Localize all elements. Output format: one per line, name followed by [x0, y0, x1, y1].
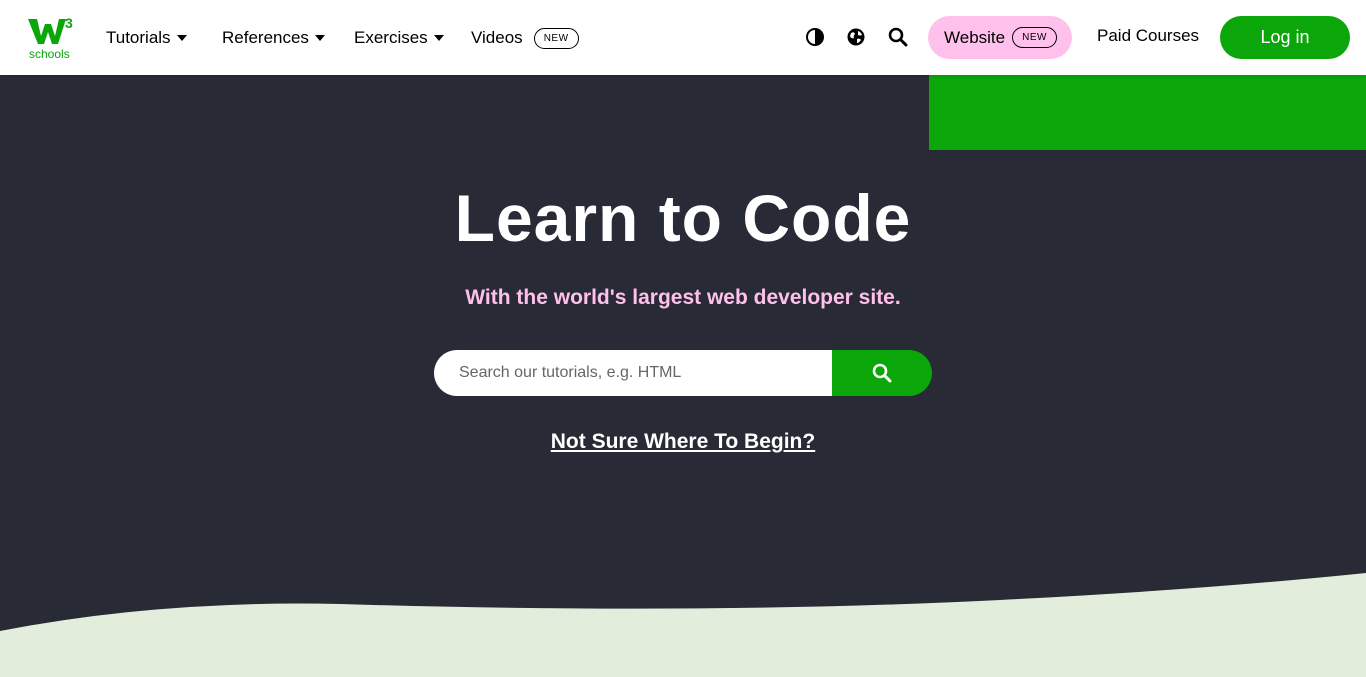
top-navigation-bar: 3 schools Tutorials References Exercises… — [0, 0, 1366, 75]
nav-search-button[interactable] — [888, 26, 910, 48]
w3schools-logo-icon: 3 schools — [28, 15, 73, 61]
nav-references-label: References — [222, 28, 309, 47]
nav-exercises[interactable]: Exercises — [354, 26, 444, 50]
website-button[interactable]: Website NEW — [928, 16, 1072, 59]
decorative-wave — [0, 573, 1366, 677]
contrast-toggle-button[interactable] — [805, 26, 827, 48]
nav-videos-label: Videos — [471, 28, 523, 47]
hero-search — [434, 350, 932, 396]
tutorial-search-button[interactable] — [832, 350, 932, 396]
nav-videos[interactable]: Videos NEW — [471, 26, 579, 50]
caret-down-icon — [314, 35, 325, 41]
caret-down-icon — [433, 35, 444, 41]
hero-title: Learn to Code — [454, 181, 912, 255]
nav-tutorials[interactable]: Tutorials — [106, 26, 187, 50]
svg-text:3: 3 — [65, 15, 73, 31]
w3schools-logo[interactable]: 3 schools — [27, 14, 75, 62]
green-banner — [929, 75, 1366, 150]
hero-subtitle: With the world's largest web developer s… — [465, 286, 901, 309]
hero-begin-container: Not Sure Where To Begin? — [0, 430, 1366, 454]
language-button[interactable] — [846, 26, 868, 48]
contrast-icon — [806, 28, 824, 46]
search-icon — [872, 363, 892, 383]
search-icon — [888, 27, 908, 47]
new-badge: NEW — [1012, 27, 1057, 48]
not-sure-where-to-begin-link[interactable]: Not Sure Where To Begin? — [551, 430, 815, 453]
paid-courses-link[interactable]: Paid Courses — [1097, 26, 1199, 46]
globe-icon — [847, 28, 865, 46]
caret-down-icon — [176, 35, 187, 41]
tutorial-search-input[interactable] — [434, 350, 832, 396]
svg-text:schools: schools — [29, 47, 70, 61]
website-label: Website — [944, 27, 1006, 47]
login-button[interactable]: Log in — [1220, 16, 1350, 59]
nav-exercises-label: Exercises — [354, 28, 428, 47]
nav-tutorials-label: Tutorials — [106, 28, 171, 47]
new-badge: NEW — [533, 27, 579, 49]
nav-references[interactable]: References — [222, 26, 325, 50]
